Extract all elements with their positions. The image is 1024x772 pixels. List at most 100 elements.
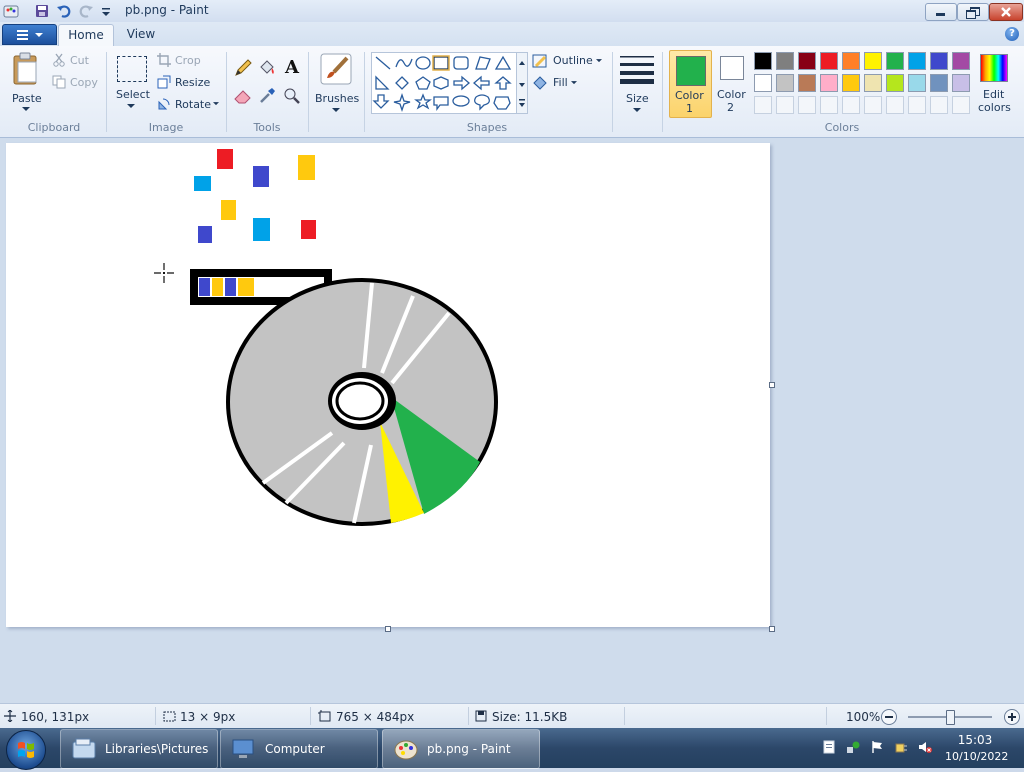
image-size: 765 × 484px [336,710,415,724]
fill-dropdown[interactable]: Fill [532,74,582,92]
resize-handle-bottom[interactable] [385,626,391,632]
action-center-icon[interactable] [822,740,836,754]
outline-dropdown[interactable]: Outline [532,52,604,70]
copy-label: Copy [70,76,98,89]
palette-swatch-empty[interactable] [820,96,838,114]
network-icon[interactable] [846,740,860,754]
undo-icon[interactable] [56,3,72,19]
palette-swatch-empty[interactable] [908,96,926,114]
palette-swatch[interactable] [952,74,970,92]
resize-button[interactable]: Resize [157,74,213,92]
close-icon [1001,7,1011,17]
indigo-square [253,166,269,187]
palette-swatch[interactable] [754,52,772,70]
paint-app-icon[interactable] [3,3,19,19]
palette-swatch[interactable] [864,74,882,92]
tools-group-label: Tools [253,121,281,134]
computer-icon [232,739,254,758]
paste-label: Paste [12,92,42,105]
palette-swatch[interactable] [864,52,882,70]
palette-swatch-empty[interactable] [798,96,816,114]
paste-button[interactable]: Paste [6,50,46,114]
palette-swatch-empty[interactable] [930,96,948,114]
palette-swatch[interactable] [908,52,926,70]
zoom-out-button[interactable] [881,709,897,725]
palette-swatch[interactable] [886,52,904,70]
crop-button[interactable]: Crop [157,52,209,70]
palette-swatch[interactable] [842,74,860,92]
libraries-folder-icon [72,738,96,759]
blue-square [194,176,211,191]
resize-handle-right[interactable] [769,382,775,388]
cut-button[interactable]: Cut [52,52,100,70]
palette-swatch-empty[interactable] [776,96,794,114]
yellow-square [298,155,315,180]
brushes-button[interactable]: Brushes [313,50,359,114]
size-button[interactable]: Size [617,50,657,114]
taskbar-item-libraries[interactable]: Libraries\Pictures [60,729,218,769]
palette-swatch[interactable] [930,74,948,92]
edit-colors-icon[interactable] [980,54,1008,82]
color-1-button[interactable]: Color 1 [669,50,712,118]
color-2-button[interactable] [720,56,744,80]
text-tool-icon[interactable]: A [282,57,302,78]
paint-menu-button[interactable] [2,24,57,45]
start-button[interactable] [6,730,46,770]
clock-time[interactable]: 15:03 [945,733,1005,747]
magnifier-icon[interactable] [282,86,302,106]
volume-muted-icon[interactable] [918,740,932,754]
palette-swatch[interactable] [952,52,970,70]
line-size-icon [620,56,654,84]
palette-swatch[interactable] [908,74,926,92]
canvas-workspace[interactable] [0,138,1024,703]
palette-swatch[interactable] [842,52,860,70]
selection-size: 13 × 9px [180,710,236,724]
palette-swatch[interactable] [776,74,794,92]
palette-swatch-empty[interactable] [952,96,970,114]
minimize-button[interactable] [925,3,957,21]
resize-handle-corner[interactable] [769,626,775,632]
indigo-square [198,226,212,243]
palette-swatch-empty[interactable] [886,96,904,114]
clock-date[interactable]: 10/10/2022 [945,750,1008,763]
color-picker-icon[interactable] [257,86,277,106]
palette-swatch[interactable] [820,74,838,92]
close-button[interactable] [989,3,1023,21]
shapes-gallery[interactable] [371,52,518,114]
taskbar-item-computer[interactable]: Computer [220,729,378,769]
crop-icon [157,53,171,67]
fill-bucket-icon[interactable] [257,58,277,78]
rotate-button[interactable]: Rotate [157,96,221,114]
eraser-icon[interactable] [233,86,253,106]
palette-swatch-empty[interactable] [754,96,772,114]
drawing-canvas[interactable] [6,143,770,627]
zoom-slider-thumb[interactable] [946,710,955,725]
tab-view[interactable]: View [116,24,166,45]
help-icon[interactable]: ? [1005,27,1019,41]
palette-swatch[interactable] [820,52,838,70]
flag-icon[interactable] [870,740,884,754]
customize-quick-access-icon[interactable] [98,3,114,19]
clipboard-group-label: Clipboard [27,121,81,134]
edit-colors-label-1: Edit [983,88,1005,101]
tab-home[interactable]: Home [58,24,114,46]
shapes-gallery-icons [372,55,512,113]
palette-swatch-empty[interactable] [864,96,882,114]
palette-swatch[interactable] [776,52,794,70]
pencil-icon[interactable] [233,58,253,78]
shapes-gallery-scrollbar[interactable] [516,52,528,114]
palette-swatch[interactable] [798,52,816,70]
palette-swatch[interactable] [930,52,948,70]
restore-button[interactable] [957,3,989,21]
save-icon[interactable] [34,3,50,19]
copy-button[interactable]: Copy [52,74,102,92]
palette-swatch[interactable] [798,74,816,92]
zoom-in-button[interactable] [1004,709,1020,725]
window-title: pb.png - Paint [125,3,209,17]
power-plug-icon[interactable] [894,740,908,754]
select-button[interactable]: Select [112,52,152,114]
palette-swatch[interactable] [754,74,772,92]
palette-swatch-empty[interactable] [842,96,860,114]
taskbar-item-paint[interactable]: pb.png - Paint [382,729,540,769]
palette-swatch[interactable] [886,74,904,92]
